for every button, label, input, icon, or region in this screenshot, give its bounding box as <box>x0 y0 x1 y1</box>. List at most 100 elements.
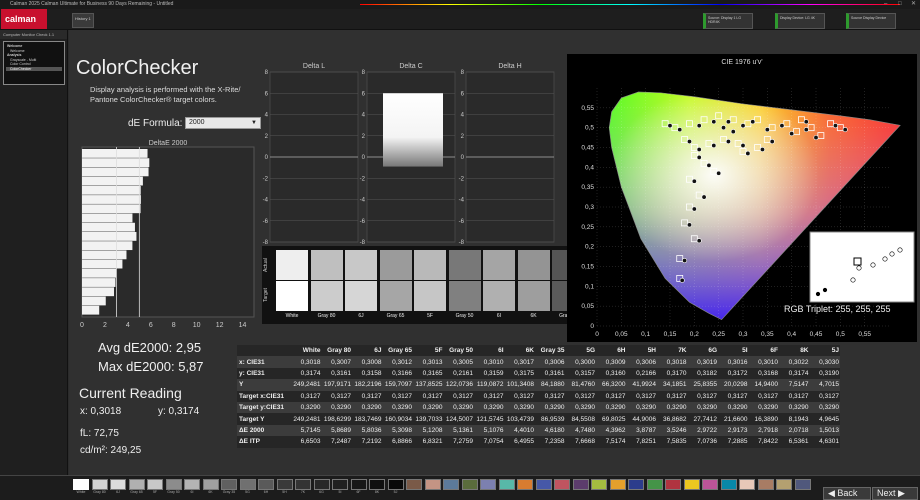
device-button-source[interactable]: Source: Display 1 LG HDR4K <box>703 13 753 29</box>
close-icon[interactable]: ✕ <box>911 0 916 9</box>
cie-x-tick-label: 0,55 <box>858 331 871 338</box>
cie-measured-marker <box>696 146 702 152</box>
patch-swatch[interactable] <box>350 479 367 490</box>
table-cell: 5,1208 <box>422 426 443 434</box>
back-button[interactable]: ◀ Back <box>823 487 871 500</box>
patch-swatch[interactable] <box>757 479 774 490</box>
cie-measured-marker <box>769 139 775 145</box>
patch-swatch[interactable] <box>683 479 700 490</box>
device-button-display[interactable]: Display Device: LG 4K <box>775 13 825 29</box>
patch-swatch[interactable] <box>646 479 663 490</box>
patch-swatch[interactable] <box>739 479 755 490</box>
patch-swatch[interactable] <box>443 479 459 490</box>
patch-swatch[interactable] <box>517 479 533 490</box>
cie-x-tick-label: 0,45 <box>810 331 823 338</box>
patch-swatch[interactable] <box>332 479 348 490</box>
table-cell: 0,3158 <box>361 369 382 377</box>
table-cell: 7,0736 <box>697 438 717 446</box>
cie-x-tick-label: 0,35 <box>761 331 774 338</box>
calman-logo: calman <box>1 9 47 29</box>
delta-tick-label: -6 <box>263 219 269 225</box>
patch-swatch[interactable] <box>535 479 552 490</box>
cie-measured-marker <box>730 129 736 135</box>
patch-swatch[interactable] <box>239 479 256 490</box>
swatch-label: Gray 65 <box>386 313 405 319</box>
table-row: y: CIE31 0,3174 0,3161 0,3158 0,3166 0,3165 0,… <box>237 367 840 380</box>
table-cell: 137,8525 <box>415 381 443 389</box>
patch-swatch[interactable] <box>276 479 293 490</box>
cie-measured-marker <box>759 146 765 152</box>
deltae-tick-label: 8 <box>172 322 176 329</box>
delta-tick-label: 6 <box>265 91 269 97</box>
patch-swatch[interactable] <box>591 479 607 490</box>
patch-swatch[interactable] <box>128 479 145 490</box>
next-arrow-icon: ▶ <box>895 488 905 498</box>
patch-swatch[interactable] <box>387 479 404 490</box>
table-cell: 160,9034 <box>384 415 412 423</box>
table-row: ΔE ITP 6,6503 7,2487 7,2192 6,8866 6,8321 7,27… <box>237 436 840 448</box>
patch-swatch[interactable] <box>776 479 792 490</box>
patch-swatch[interactable] <box>369 479 385 490</box>
patch-swatch-label: 5H <box>282 490 287 494</box>
table-cell: 0,3127 <box>727 392 748 400</box>
patch-swatch[interactable] <box>702 479 718 490</box>
patch-swatch[interactable] <box>202 479 219 490</box>
column-header: 6J <box>374 347 382 355</box>
patch-swatch[interactable] <box>258 479 274 490</box>
column-header: 6G <box>708 347 717 355</box>
table-cell: 0,3290 <box>514 404 534 412</box>
deltae-tick-label: 6 <box>149 322 153 329</box>
patch-swatch[interactable] <box>91 479 108 490</box>
device-button-source-display[interactable]: Source Display Device <box>846 13 896 29</box>
patch-swatch[interactable] <box>794 479 811 490</box>
table-cell: 0,3157 <box>575 369 595 377</box>
cie-measured-marker <box>803 119 809 125</box>
column-header: 5I <box>742 347 748 355</box>
workflow-item-selected[interactable]: ColorChecker <box>6 66 62 71</box>
patch-swatch[interactable] <box>313 479 330 490</box>
patch-swatch[interactable] <box>665 479 681 490</box>
cie-title: CIE 1976 u'v' <box>721 59 762 66</box>
cie-x-tick-label: 0,4 <box>787 331 796 338</box>
table-cell: 0,3013 <box>422 358 443 366</box>
patch-swatch[interactable] <box>110 479 126 490</box>
table-cell: 0,3290 <box>788 404 809 412</box>
table-cell: 20,0298 <box>724 381 748 389</box>
delta-tick-label: 8 <box>362 70 366 76</box>
table-cell: 4,4010 <box>514 426 534 434</box>
tab-history[interactable]: History 1 <box>72 13 94 28</box>
next-button[interactable]: Next ▶ <box>872 487 918 500</box>
patch-swatch[interactable] <box>295 479 311 490</box>
patch-swatch[interactable] <box>609 479 626 490</box>
table-cell: 21,6600 <box>724 415 748 423</box>
patch-swatch[interactable] <box>461 479 478 490</box>
table-cell: 25,8355 <box>693 381 718 389</box>
patch-swatch[interactable] <box>424 479 441 490</box>
deltae-bar <box>82 185 141 195</box>
patch-swatch[interactable] <box>572 479 589 490</box>
deltae-bar <box>82 167 149 177</box>
minimize-icon[interactable]: – <box>884 0 887 9</box>
table-cell: 5,8036 <box>361 426 382 434</box>
formula-select[interactable]: 2000 ▼ <box>185 117 261 129</box>
cie-x-tick-label: 0,1 <box>641 331 650 338</box>
patch-swatch[interactable] <box>480 479 496 490</box>
patch-swatch[interactable] <box>165 479 182 490</box>
patch-swatch[interactable] <box>73 479 89 490</box>
table-cell: 0,3172 <box>727 369 748 377</box>
table-cell: 103,4739 <box>506 415 534 423</box>
patch-swatch[interactable] <box>221 479 237 490</box>
cie-measured-marker <box>725 119 731 125</box>
table-cell: 0,3127 <box>636 392 656 400</box>
patch-swatch[interactable] <box>406 479 422 490</box>
patch-swatch[interactable] <box>498 479 515 490</box>
maximize-icon[interactable]: □ <box>898 0 902 9</box>
patch-swatch[interactable] <box>147 479 163 490</box>
patch-swatch[interactable] <box>628 479 644 490</box>
patch-swatch[interactable] <box>720 479 737 490</box>
patch-swatch[interactable] <box>184 479 200 490</box>
patch-swatch[interactable] <box>554 479 570 490</box>
target-swatch <box>310 281 343 311</box>
table-cell: 0,3016 <box>727 358 748 366</box>
cie-measured-marker <box>696 154 702 160</box>
